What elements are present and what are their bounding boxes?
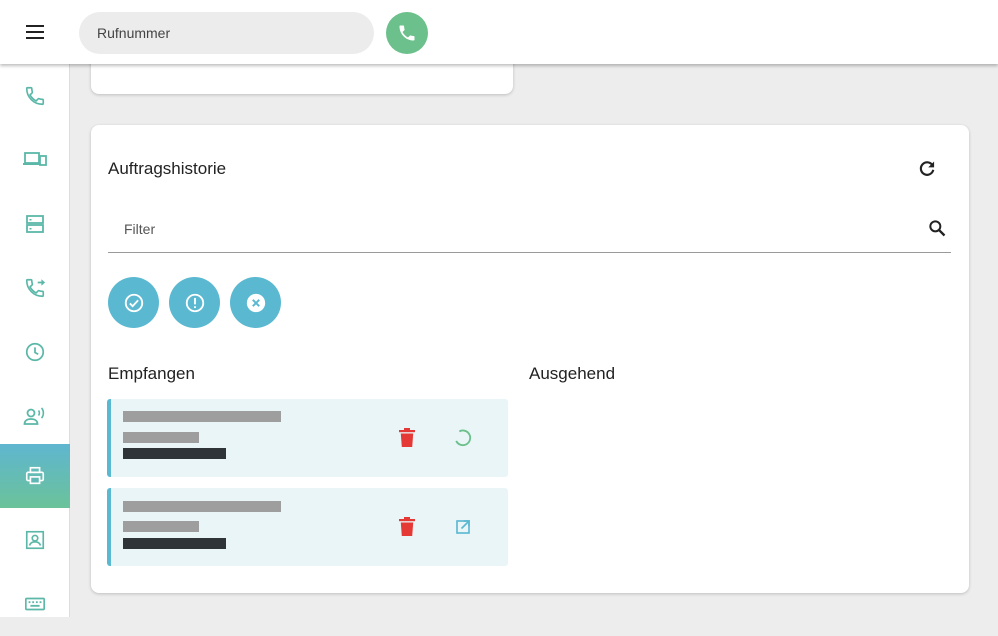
sidebar — [0, 64, 70, 617]
contact-card-icon — [25, 530, 45, 550]
sidebar-item-server[interactable] — [0, 192, 70, 256]
job-title-redacted — [123, 411, 281, 422]
sidebar-item-history[interactable] — [0, 320, 70, 384]
open-external-icon — [456, 520, 470, 534]
sidebar-item-call-forward[interactable] — [0, 256, 70, 320]
sidebar-item-voice[interactable] — [0, 384, 70, 448]
refresh-icon — [919, 161, 935, 176]
sidebar-item-print-jobs[interactable] — [0, 444, 70, 508]
search-button[interactable] — [924, 215, 950, 241]
job-detail-redacted — [123, 448, 226, 459]
outgoing-column-title: Ausgehend — [529, 364, 616, 383]
sidebar-item-keyboard[interactable] — [0, 572, 70, 636]
received-job-item[interactable] — [107, 399, 508, 477]
x-circle-icon — [246, 293, 265, 312]
card-title: Auftragshistorie — [108, 159, 227, 178]
job-subtitle-redacted — [123, 432, 199, 443]
phone-icon — [25, 86, 45, 106]
received-job-item[interactable] — [107, 488, 508, 566]
top-bar — [0, 0, 998, 64]
hamburger-menu-icon[interactable] — [22, 20, 48, 44]
filter-field — [108, 205, 951, 253]
printer-icon — [25, 466, 45, 485]
check-circle-icon — [124, 293, 143, 312]
clock-icon — [25, 342, 45, 362]
keyboard-icon — [25, 597, 45, 611]
devices-icon — [23, 152, 47, 166]
filter-input[interactable] — [108, 205, 908, 252]
delete-job-button[interactable] — [395, 515, 419, 539]
job-subtitle-redacted — [123, 521, 199, 532]
phone-number-input[interactable] — [79, 12, 374, 54]
call-forward-icon — [25, 278, 46, 298]
loading-spinner-icon — [455, 429, 472, 447]
job-title-redacted — [123, 501, 281, 512]
filter-warning-button[interactable] — [169, 277, 220, 328]
trash-icon — [399, 517, 415, 536]
job-history-card: Auftragshistorie Empfangen Ausgehend — [91, 125, 969, 593]
filter-error-button[interactable] — [230, 277, 281, 328]
job-detail-redacted — [123, 538, 226, 549]
delete-job-button[interactable] — [395, 426, 419, 450]
open-job-button[interactable] — [451, 515, 475, 539]
job-status-indicator — [451, 426, 475, 450]
filter-success-button[interactable] — [108, 277, 159, 328]
received-column-title: Empfangen — [108, 364, 195, 383]
server-icon — [26, 215, 44, 233]
sidebar-item-phone[interactable] — [0, 64, 70, 128]
phone-icon — [399, 25, 415, 41]
call-button[interactable] — [386, 12, 428, 54]
sidebar-item-devices[interactable] — [0, 128, 70, 192]
sidebar-item-contacts[interactable] — [0, 508, 70, 572]
voice-person-icon — [23, 407, 45, 425]
search-icon — [929, 220, 946, 237]
refresh-button[interactable] — [913, 155, 941, 183]
trash-icon — [399, 428, 415, 447]
exclamation-circle-icon — [185, 293, 204, 312]
